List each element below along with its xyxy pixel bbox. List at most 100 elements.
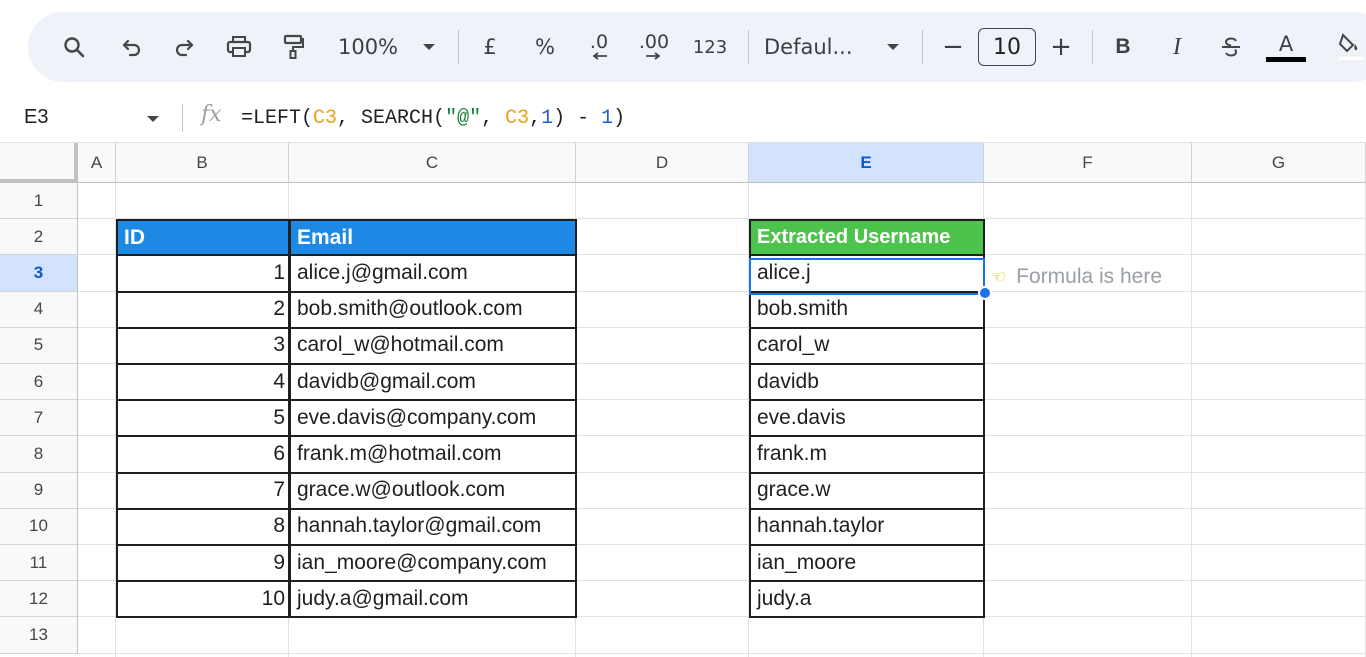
zoom-dropdown-icon[interactable] (416, 29, 442, 65)
formula-number: 1 (601, 107, 614, 130)
email-cell[interactable]: eve.davis@company.com (289, 400, 577, 438)
fill-color-icon[interactable] (1338, 29, 1366, 65)
email-cell[interactable]: ian_moore@company.com (289, 545, 577, 583)
column-header-c[interactable]: C (289, 143, 576, 183)
zoom-select[interactable]: 100% (330, 29, 406, 65)
italic-button[interactable]: I (1162, 29, 1192, 65)
username-cell[interactable]: ian_moore (749, 545, 985, 583)
name-box-dropdown-icon[interactable] (146, 111, 160, 129)
formula-token: , (481, 107, 506, 130)
row-header-8[interactable]: 8 (0, 436, 78, 473)
percent-format-button[interactable]: % (528, 29, 562, 65)
row-header-1[interactable]: 1 (0, 183, 78, 220)
column-header-e[interactable]: E (749, 143, 984, 183)
toolbar-divider (748, 30, 749, 64)
grid-line-horizontal (78, 652, 1366, 654)
email-cell[interactable]: bob.smith@outlook.com (289, 291, 577, 329)
decrease-font-size-button[interactable]: − (938, 29, 968, 65)
email-cell[interactable]: grace.w@outlook.com (289, 472, 577, 510)
username-cell[interactable]: frank.m (749, 436, 985, 474)
formula-bar-divider (182, 104, 183, 132)
id-cell[interactable]: 1 (116, 255, 290, 293)
row-header-10[interactable]: 10 (0, 508, 78, 545)
select-all-corner[interactable] (0, 143, 78, 183)
email-cell[interactable]: davidb@gmail.com (289, 364, 577, 402)
email-cell[interactable]: hannah.taylor@gmail.com (289, 508, 577, 546)
font-size-input[interactable]: 10 (978, 28, 1036, 66)
row-header-13[interactable]: 13 (0, 617, 78, 654)
increase-decimal-button[interactable]: .00 (632, 29, 676, 65)
formula-bar: E3 fx =LEFT(C3, SEARCH("@", C3,1) - 1) (0, 94, 1366, 143)
formula-token: , SEARCH( (337, 107, 446, 130)
id-cell[interactable]: 3 (116, 327, 290, 365)
font-family-select[interactable]: Defaul... (764, 29, 864, 65)
id-cell[interactable]: 2 (116, 291, 290, 329)
number-format-button[interactable]: 123 (688, 29, 732, 65)
formula-cell-ref: C3 (313, 107, 338, 130)
email-cell[interactable]: frank.m@hotmail.com (289, 436, 577, 474)
formula-input[interactable]: =LEFT(C3, SEARCH("@", C3,1) - 1) (241, 107, 625, 130)
font-dropdown-icon[interactable] (880, 29, 906, 65)
paint-format-icon[interactable] (278, 29, 308, 65)
bold-button[interactable]: B (1108, 29, 1138, 65)
formula-token: , (529, 107, 542, 130)
id-cell[interactable]: 10 (116, 581, 290, 619)
header-cell-id[interactable]: ID (116, 219, 290, 257)
username-cell[interactable]: grace.w (749, 472, 985, 510)
column-header-b[interactable]: B (116, 143, 289, 183)
column-header-g[interactable]: G (1192, 143, 1366, 183)
arrow-left-icon (592, 52, 607, 60)
formula-string: "@" (445, 107, 482, 130)
row-header-12[interactable]: 12 (0, 581, 78, 618)
email-cell[interactable]: alice.j@gmail.com (289, 255, 577, 293)
toolbar-divider (458, 30, 459, 64)
toolbar: 100% £ % .0 .00 123 Defaul... − 10 + B I… (0, 0, 1366, 94)
username-cell[interactable]: judy.a (749, 581, 985, 619)
id-cell[interactable]: 4 (116, 364, 290, 402)
column-header-f[interactable]: F (984, 143, 1192, 183)
row-header-5[interactable]: 5 (0, 327, 78, 364)
pointing-hand-icon: ☜ (990, 266, 1007, 287)
header-cell-email[interactable]: Email (289, 219, 577, 257)
id-cell[interactable]: 9 (116, 545, 290, 583)
increase-font-size-button[interactable]: + (1046, 29, 1076, 65)
username-cell[interactable]: hannah.taylor (749, 508, 985, 546)
spreadsheet-grid[interactable]: A B C D E F G 1 2 3 4 5 6 7 8 9 10 11 12 13 ID Email Extracted… (0, 143, 1366, 657)
row-header-3[interactable]: 3 (0, 255, 78, 292)
name-box[interactable]: E3 (24, 106, 48, 129)
id-cell[interactable]: 7 (116, 472, 290, 510)
print-icon[interactable] (222, 29, 256, 65)
id-cell[interactable]: 8 (116, 508, 290, 546)
selected-cell-outline (749, 258, 985, 295)
column-header-a[interactable]: A (78, 143, 116, 183)
row-header-6[interactable]: 6 (0, 364, 78, 401)
text-color-label: A (1278, 31, 1294, 56)
search-menus-icon[interactable] (58, 29, 90, 65)
email-cell[interactable]: judy.a@gmail.com (289, 581, 577, 619)
redo-icon[interactable] (168, 29, 200, 65)
username-cell[interactable]: bob.smith (749, 291, 985, 329)
currency-format-button[interactable]: £ (474, 29, 506, 65)
username-cell[interactable]: carol_w (749, 327, 985, 365)
row-header-7[interactable]: 7 (0, 400, 78, 437)
text-color-button[interactable]: A (1264, 29, 1308, 65)
undo-icon[interactable] (116, 29, 148, 65)
username-cell[interactable]: eve.davis (749, 400, 985, 438)
column-header-d[interactable]: D (576, 143, 749, 183)
text-color-swatch (1266, 56, 1306, 62)
row-header-4[interactable]: 4 (0, 291, 78, 328)
formula-cell-ref: C3 (505, 107, 530, 130)
header-cell-extracted-username[interactable]: Extracted Username (749, 219, 985, 257)
decrease-decimal-button[interactable]: .0 (578, 29, 620, 65)
row-header-2[interactable]: 2 (0, 219, 78, 256)
formula-token: =LEFT( (241, 107, 314, 130)
formula-note: ☜ Formula is here (990, 259, 1162, 295)
row-header-9[interactable]: 9 (0, 472, 78, 509)
id-cell[interactable]: 6 (116, 436, 290, 474)
row-header-11[interactable]: 11 (0, 545, 78, 582)
id-cell[interactable]: 5 (116, 400, 290, 438)
username-cell[interactable]: davidb (749, 364, 985, 402)
strikethrough-icon[interactable] (1214, 29, 1248, 65)
email-cell[interactable]: carol_w@hotmail.com (289, 327, 577, 365)
fx-icon: fx (201, 102, 222, 127)
